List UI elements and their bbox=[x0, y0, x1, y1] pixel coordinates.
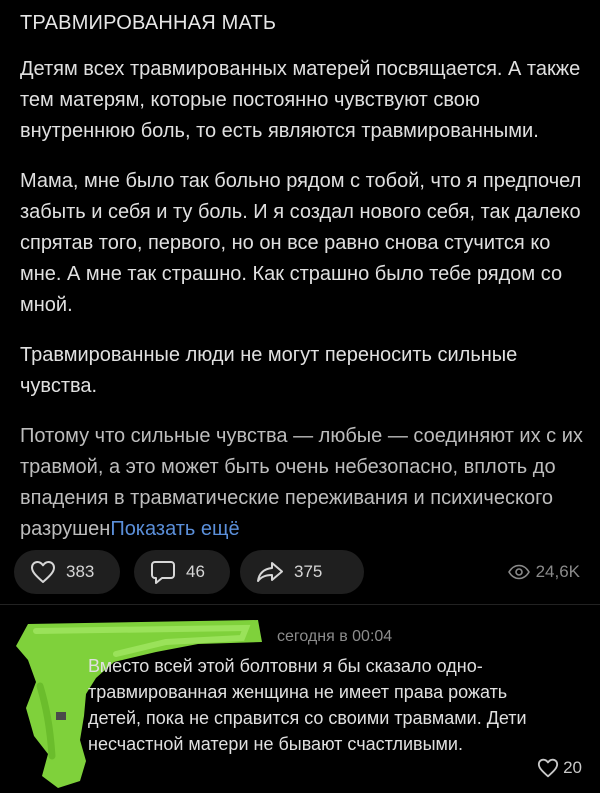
share-arrow-icon bbox=[257, 562, 283, 582]
share-count: 375 bbox=[294, 562, 323, 581]
show-more-link[interactable]: Показать ещё bbox=[110, 518, 239, 540]
post-body: Детям всех травмированных матерей посвящ… bbox=[20, 54, 585, 564]
post-paragraph-1: Детям всех травмированных матерей посвящ… bbox=[20, 58, 581, 142]
post-paragraph-3: Травмированные люди не могут переносить … bbox=[20, 344, 518, 397]
heart-icon bbox=[537, 758, 559, 778]
comment-time: сегодня в 00:04 bbox=[277, 628, 393, 645]
comment-text: Вместо всей этой болтовни я бы сказало о… bbox=[88, 656, 527, 754]
comment-like-count: 20 bbox=[563, 758, 582, 777]
like-button[interactable]: 383 bbox=[14, 550, 120, 594]
post-title: ТРАВМИРОВАННАЯ МАТЬ bbox=[20, 12, 277, 34]
share-button[interactable]: 375 bbox=[240, 550, 364, 594]
comment-button[interactable]: 46 bbox=[134, 550, 230, 594]
eye-icon bbox=[507, 564, 530, 580]
post-paragraph-4-text: Потому что сильные чувства — любые — сое… bbox=[20, 425, 583, 540]
post-paragraph-4: Потому что сильные чувства — любые — сое… bbox=[20, 421, 585, 545]
views-counter: 24,6K bbox=[507, 562, 580, 582]
views-count: 24,6K bbox=[535, 562, 580, 581]
post-paragraph-2: Мама, мне было так больно рядом с тобой,… bbox=[20, 170, 582, 316]
like-count: 383 bbox=[66, 562, 95, 581]
post: ТРАВМИРОВАННАЯ МАТЬ Детям всех травмиров… bbox=[0, 0, 600, 600]
heart-icon bbox=[31, 561, 55, 583]
comment-like-button[interactable]: 20 bbox=[537, 758, 582, 778]
comment-bubble-icon bbox=[151, 561, 175, 584]
comment-count: 46 bbox=[186, 562, 205, 581]
post-actions: 383 46 375 24,6K bbox=[14, 550, 586, 594]
comment: а сегодня в 00:04 Вместо всей этой болто… bbox=[0, 606, 600, 793]
divider bbox=[0, 604, 600, 605]
